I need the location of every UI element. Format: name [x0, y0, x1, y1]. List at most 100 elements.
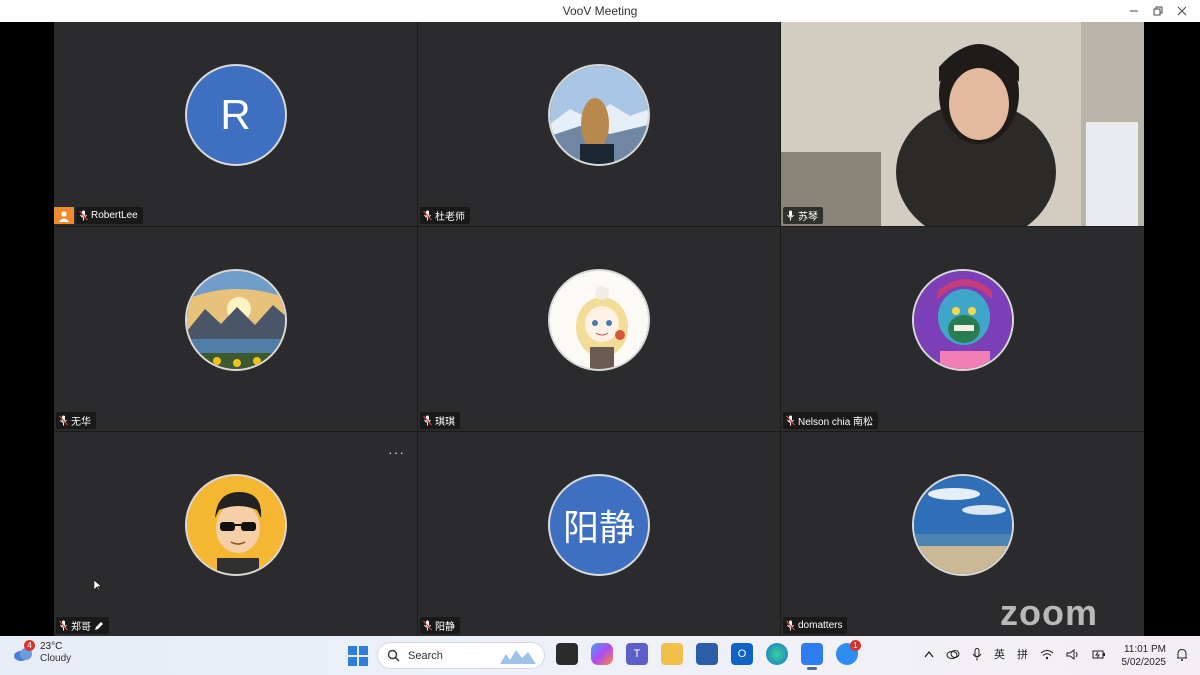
- participant-name: 无华: [71, 417, 91, 428]
- mic-muted-icon: [79, 210, 88, 221]
- participant-tile[interactable]: 杜老师: [418, 22, 780, 226]
- app-badge: 1: [850, 640, 861, 651]
- weather-icon-wrap: 4: [12, 640, 35, 664]
- mic-muted-icon: [786, 620, 795, 631]
- taskbar: 4 23°C Cloudy Search T O 1 英 拼 11:01 PM …: [0, 636, 1200, 675]
- participant-name: RobertLee: [91, 210, 138, 221]
- participant-tile[interactable]: R RobertLee: [54, 22, 417, 226]
- speaker-icon[interactable]: [1066, 648, 1080, 660]
- weather-text: 23°C Cloudy: [40, 641, 71, 665]
- name-tag: 琪琪: [420, 412, 460, 429]
- ime-mode-english[interactable]: 英: [994, 646, 1005, 662]
- restore-button[interactable]: [1146, 0, 1170, 22]
- clock[interactable]: 11:01 PM 5/02/2025: [1122, 643, 1167, 669]
- windows-icon: [348, 646, 368, 666]
- search-icon: [387, 649, 400, 662]
- avatar: 阳静: [548, 474, 650, 576]
- participant-tile[interactable]: domatters zoom: [781, 432, 1144, 636]
- name-tag: 无华: [56, 412, 96, 429]
- zoom-watermark: zoom: [1000, 592, 1098, 633]
- clock-date: 5/02/2025: [1121, 657, 1167, 668]
- mic-muted-icon: [59, 415, 68, 426]
- participant-name: Nelson chia 南松: [798, 417, 874, 428]
- participant-tile[interactable]: 琪琪: [418, 227, 780, 431]
- avatar-cartoon-sunglasses: [186, 476, 285, 574]
- taskbar-apps: T O 1: [556, 640, 861, 670]
- meeting-view: R RobertLee 杜老师 苏琴 无华 琪琪 Nelson chia 南松 …: [0, 22, 1200, 636]
- participant-tile[interactable]: ··· 郑哥: [54, 432, 417, 636]
- onedrive-icon[interactable]: [946, 649, 960, 659]
- copilot-icon[interactable]: [591, 643, 613, 665]
- weather-widget[interactable]: 4 23°C Cloudy: [12, 640, 71, 665]
- participant-name: 阳静: [435, 622, 455, 633]
- battery-icon[interactable]: [1092, 649, 1106, 660]
- weather-condition: Cloudy: [40, 653, 72, 664]
- file-explorer-icon[interactable]: [661, 643, 683, 665]
- microphone-icon[interactable]: [972, 647, 982, 661]
- participant-tile[interactable]: Nelson chia 南松: [781, 227, 1144, 431]
- chat-app-icon[interactable]: 1: [836, 640, 861, 665]
- avatar: [911, 474, 1014, 576]
- avatar-photo-landscape: [186, 271, 285, 369]
- participant-name: 琪琪: [435, 417, 455, 428]
- name-tag: 郑哥: [56, 617, 109, 634]
- teams-icon[interactable]: T: [626, 643, 648, 665]
- search-highlight-icon: [500, 649, 536, 664]
- video-frame: [781, 22, 1144, 226]
- name-tag: Nelson chia 南松: [783, 412, 879, 429]
- participant-name: domatters: [798, 620, 843, 631]
- avatar: R: [184, 64, 287, 166]
- weather-badge: 4: [24, 640, 35, 651]
- restore-icon: [1153, 6, 1163, 16]
- avatar: [548, 269, 650, 371]
- edge-icon[interactable]: [766, 643, 788, 665]
- avatar-cartoon-girl: [550, 271, 648, 369]
- title-bar: VooV Meeting: [0, 0, 1200, 22]
- outlook-icon[interactable]: O: [731, 643, 753, 665]
- window-controls: [1122, 0, 1194, 22]
- weather-temp: 23°C: [40, 641, 63, 652]
- name-tag: 杜老师: [420, 207, 470, 224]
- mouse-cursor-icon: [94, 580, 102, 592]
- name-tag: domatters: [783, 617, 848, 634]
- participant-tile[interactable]: 阳静 阳静: [418, 432, 780, 636]
- mic-muted-icon: [423, 210, 432, 221]
- wifi-icon[interactable]: [1040, 649, 1054, 660]
- more-options-button[interactable]: ···: [388, 444, 405, 460]
- close-button[interactable]: [1170, 0, 1194, 22]
- mic-muted-icon: [423, 415, 432, 426]
- participant-name: 郑哥: [71, 622, 91, 633]
- voov-meeting-icon[interactable]: [801, 643, 823, 670]
- name-tag: 苏琴: [783, 207, 823, 224]
- host-badge: [54, 207, 74, 224]
- avatar-photo-mountain: [550, 66, 648, 164]
- avatar: [184, 474, 287, 576]
- search-placeholder: Search: [408, 649, 443, 662]
- name-tag: RobertLee: [76, 207, 143, 224]
- start-button[interactable]: [348, 646, 368, 671]
- ime-mode-pinyin[interactable]: 拼: [1017, 646, 1028, 662]
- avatar: [548, 64, 650, 166]
- avatar: [184, 269, 287, 371]
- avatar-photo-beach: [913, 476, 1012, 574]
- participant-grid: R RobertLee 杜老师 苏琴 无华 琪琪 Nelson chia 南松 …: [54, 22, 1144, 636]
- video-feed: [781, 22, 1144, 226]
- store-icon[interactable]: [696, 643, 718, 665]
- close-icon: [1177, 6, 1187, 16]
- system-tray: 英 拼: [924, 646, 1106, 662]
- window-title: VooV Meeting: [562, 4, 638, 18]
- participant-tile[interactable]: 无华: [54, 227, 417, 431]
- notification-button[interactable]: [1176, 648, 1188, 666]
- clock-time: 11:01 PM: [1123, 644, 1166, 655]
- task-view-icon[interactable]: [556, 643, 578, 665]
- minimize-button[interactable]: [1122, 0, 1146, 22]
- mic-muted-icon: [786, 415, 795, 426]
- mic-muted-icon: [59, 620, 68, 631]
- bell-icon: [1177, 648, 1187, 661]
- pencil-icon[interactable]: [94, 621, 104, 631]
- participant-tile-video[interactable]: 苏琴: [781, 22, 1144, 226]
- user-icon: [59, 210, 69, 222]
- taskbar-search[interactable]: Search: [377, 642, 545, 669]
- name-tag: 阳静: [420, 617, 460, 634]
- chevron-up-icon[interactable]: [924, 650, 934, 658]
